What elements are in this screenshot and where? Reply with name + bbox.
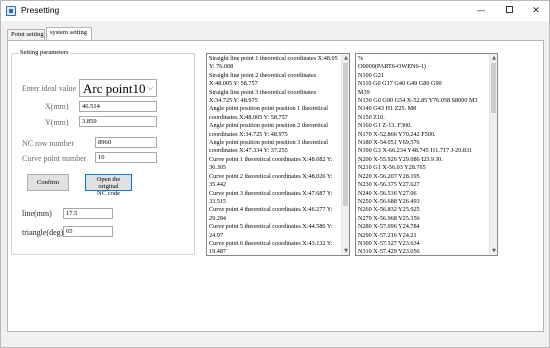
curve-points-input[interactable]: 10 bbox=[95, 152, 157, 163]
minimize-button[interactable]: — bbox=[467, 1, 495, 21]
nc-row-label: NC row number bbox=[22, 139, 74, 148]
list-item[interactable]: N130 G0 G90 G54 X-52.85 Y76.058 S8000 M3 bbox=[358, 97, 488, 105]
nc-code-listbox[interactable]: % O0000(PART6-OWEN6-1) N100 G21 N110 G0 G17… bbox=[355, 53, 498, 256]
line-label: line(mm) bbox=[22, 209, 52, 218]
list-item[interactable]: N150 Z10. bbox=[358, 114, 488, 122]
list-item[interactable]: Angle point position point position 2 th… bbox=[209, 122, 340, 130]
list-item[interactable]: 19.487 bbox=[209, 248, 340, 255]
confirm-button[interactable]: Confirm bbox=[27, 174, 69, 191]
window-title: Presetting bbox=[21, 5, 60, 15]
list-item[interactable]: 24.97 bbox=[209, 232, 340, 240]
list-item[interactable]: 35.442 bbox=[209, 181, 340, 189]
list-item[interactable]: N300 X-57.327 Y23.634 bbox=[358, 240, 488, 248]
list-item[interactable]: Y: 76.008 bbox=[209, 63, 340, 71]
list-item[interactable]: N170 X-52.866 Y70.242 F500. bbox=[358, 131, 488, 139]
x-input[interactable]: 46.514 bbox=[79, 101, 157, 112]
scroll-thumb[interactable] bbox=[343, 63, 348, 206]
list-item[interactable]: Angle point position point position 3 th… bbox=[209, 139, 340, 147]
list-item[interactable]: O0000(PART6-OWEN6-1) bbox=[358, 63, 488, 71]
list-item[interactable]: N160 G1 Z-13. F300. bbox=[358, 122, 488, 130]
tab-system-setting[interactable]: system setting bbox=[46, 27, 92, 40]
group-title: Setting parameters bbox=[19, 49, 70, 56]
list-item[interactable]: N240 X-56.536 Y27.06 bbox=[358, 190, 488, 198]
list-item[interactable]: Straight line point 2 theoretical coordi… bbox=[209, 72, 340, 80]
triangle-input[interactable]: 65 bbox=[63, 226, 113, 237]
open-nc-label-line-1: Open the original bbox=[96, 176, 121, 190]
maximize-button[interactable] bbox=[495, 1, 523, 21]
close-button[interactable]: ✕ bbox=[522, 1, 550, 21]
list-item[interactable]: X:48.005 Y: 58.757 bbox=[209, 80, 340, 88]
triangle-label: triangle(deg) bbox=[22, 228, 64, 237]
ideal-value-label: Enter ideal value bbox=[22, 84, 77, 93]
list-item[interactable]: 36.305 bbox=[209, 164, 340, 172]
list-item[interactable]: N290 X-57.216 Y24.21 bbox=[358, 232, 488, 240]
list-item[interactable]: Curve point 2 theoretical coordinates X:… bbox=[209, 173, 340, 181]
list-item[interactable]: Curve point 1 theoretical coordinates X:… bbox=[209, 156, 340, 164]
scroll-thumb[interactable] bbox=[491, 63, 496, 113]
list-item[interactable]: N200 X-55.926 Y29.086 I23.9 J0. bbox=[358, 156, 488, 164]
list-item[interactable]: N250 X-56.688 Y26.493 bbox=[358, 198, 488, 206]
list-item[interactable]: Straight line point 1 theoretical coordi… bbox=[209, 55, 340, 63]
scroll-up-icon[interactable]: ▲ bbox=[490, 54, 497, 62]
list-item[interactable]: N110 G0 G17 G40 G49 G80 G90 bbox=[358, 80, 488, 88]
ideal-value-dropdown[interactable]: Arc point10 ⌵ bbox=[79, 79, 157, 97]
list-item[interactable]: N140 G43 H1 Z25. M8 bbox=[358, 105, 488, 113]
title-bar[interactable]: Presetting — ✕ bbox=[1, 1, 549, 21]
list-item[interactable]: Curve point 5 theoretical coordinates X:… bbox=[209, 223, 340, 231]
list-item[interactable]: N260 X-56.832 Y25.925 bbox=[358, 206, 488, 214]
list-item[interactable]: N230 X-56.375 Y27.627 bbox=[358, 181, 488, 189]
line-input[interactable]: 17.5 bbox=[63, 208, 113, 219]
list-item[interactable]: N100 G21 bbox=[358, 72, 488, 80]
tab-point-setting[interactable]: Point setting bbox=[7, 29, 45, 40]
list-item[interactable]: N180 X-54.051 Y69.576 bbox=[358, 139, 488, 147]
y-input[interactable]: 3.859 bbox=[79, 116, 157, 127]
list-item[interactable]: coordinates X:48.005 Y: 58.757 bbox=[209, 114, 340, 122]
list-item[interactable]: N220 X-56.207 Y28.195 bbox=[358, 173, 488, 181]
list-item[interactable]: M39 bbox=[358, 89, 488, 97]
list-item[interactable]: coordinates X:47.334 Y: 37.255 bbox=[209, 147, 340, 155]
list-item[interactable]: N280 X-57.096 Y24.784 bbox=[358, 223, 488, 231]
list-item[interactable]: Angle point position point position 1 th… bbox=[209, 105, 340, 113]
x-label: X(mm) bbox=[45, 102, 69, 111]
maximize-icon bbox=[505, 6, 513, 13]
nc-code-list: % O0000(PART6-OWEN6-1) N100 G21 N110 G0 G17… bbox=[358, 55, 488, 255]
list-item[interactable]: 33.515 bbox=[209, 198, 340, 206]
app-icon bbox=[6, 6, 16, 16]
list-item[interactable]: N190 G3 X-66.234 Y48.745 I11.717 J-20.83… bbox=[358, 147, 488, 155]
ideal-value-selected: Arc point10 bbox=[83, 81, 146, 96]
list-item[interactable]: Curve point 6 theoretical coordinates X:… bbox=[209, 240, 340, 248]
list-item[interactable]: 29.284 bbox=[209, 215, 340, 223]
list-item[interactable]: Curve point 4 theoretical coordinates X:… bbox=[209, 206, 340, 214]
coordinates-listbox[interactable]: Straight line point 1 theoretical coordi… bbox=[206, 53, 350, 256]
list-item[interactable]: N270 X-56.968 Y25.356 bbox=[358, 215, 488, 223]
list-item[interactable]: Straight line point 3 theoretical coordi… bbox=[209, 89, 340, 97]
y-label: Y(mm) bbox=[45, 118, 69, 127]
list-item[interactable]: Curve point 3 theoretical coordinates X:… bbox=[209, 190, 340, 198]
list-item[interactable]: coordinates X:34.725 Y: 48.975 bbox=[209, 131, 340, 139]
scroll-down-icon[interactable]: ▼ bbox=[342, 247, 349, 255]
nc-code-scrollbar[interactable]: ▲ ▼ bbox=[489, 54, 497, 255]
coordinates-list: Straight line point 1 theoretical coordi… bbox=[209, 55, 340, 255]
curve-points-label: Curve point number bbox=[22, 154, 87, 163]
scroll-up-icon[interactable]: ▲ bbox=[342, 54, 349, 62]
scroll-down-icon[interactable]: ▼ bbox=[490, 247, 497, 255]
presetting-window: Presetting — ✕ Point setting system sett… bbox=[0, 0, 550, 348]
list-item[interactable]: % bbox=[358, 55, 488, 63]
open-nc-code-button[interactable]: Open the original NC code bbox=[85, 174, 132, 197]
list-item[interactable]: N310 X-57.429 Y23.056 bbox=[358, 248, 488, 255]
chevron-down-icon: ⌵ bbox=[147, 84, 153, 92]
open-nc-label-line-2: NC code bbox=[97, 190, 120, 197]
nc-row-input[interactable]: 8960 bbox=[95, 137, 157, 148]
coordinates-scrollbar[interactable]: ▲ ▼ bbox=[341, 54, 349, 255]
list-item[interactable]: N210 G1 X-56.03 Y28.765 bbox=[358, 164, 488, 172]
list-item[interactable]: X:34.725 Y: 48.975 bbox=[209, 97, 340, 105]
